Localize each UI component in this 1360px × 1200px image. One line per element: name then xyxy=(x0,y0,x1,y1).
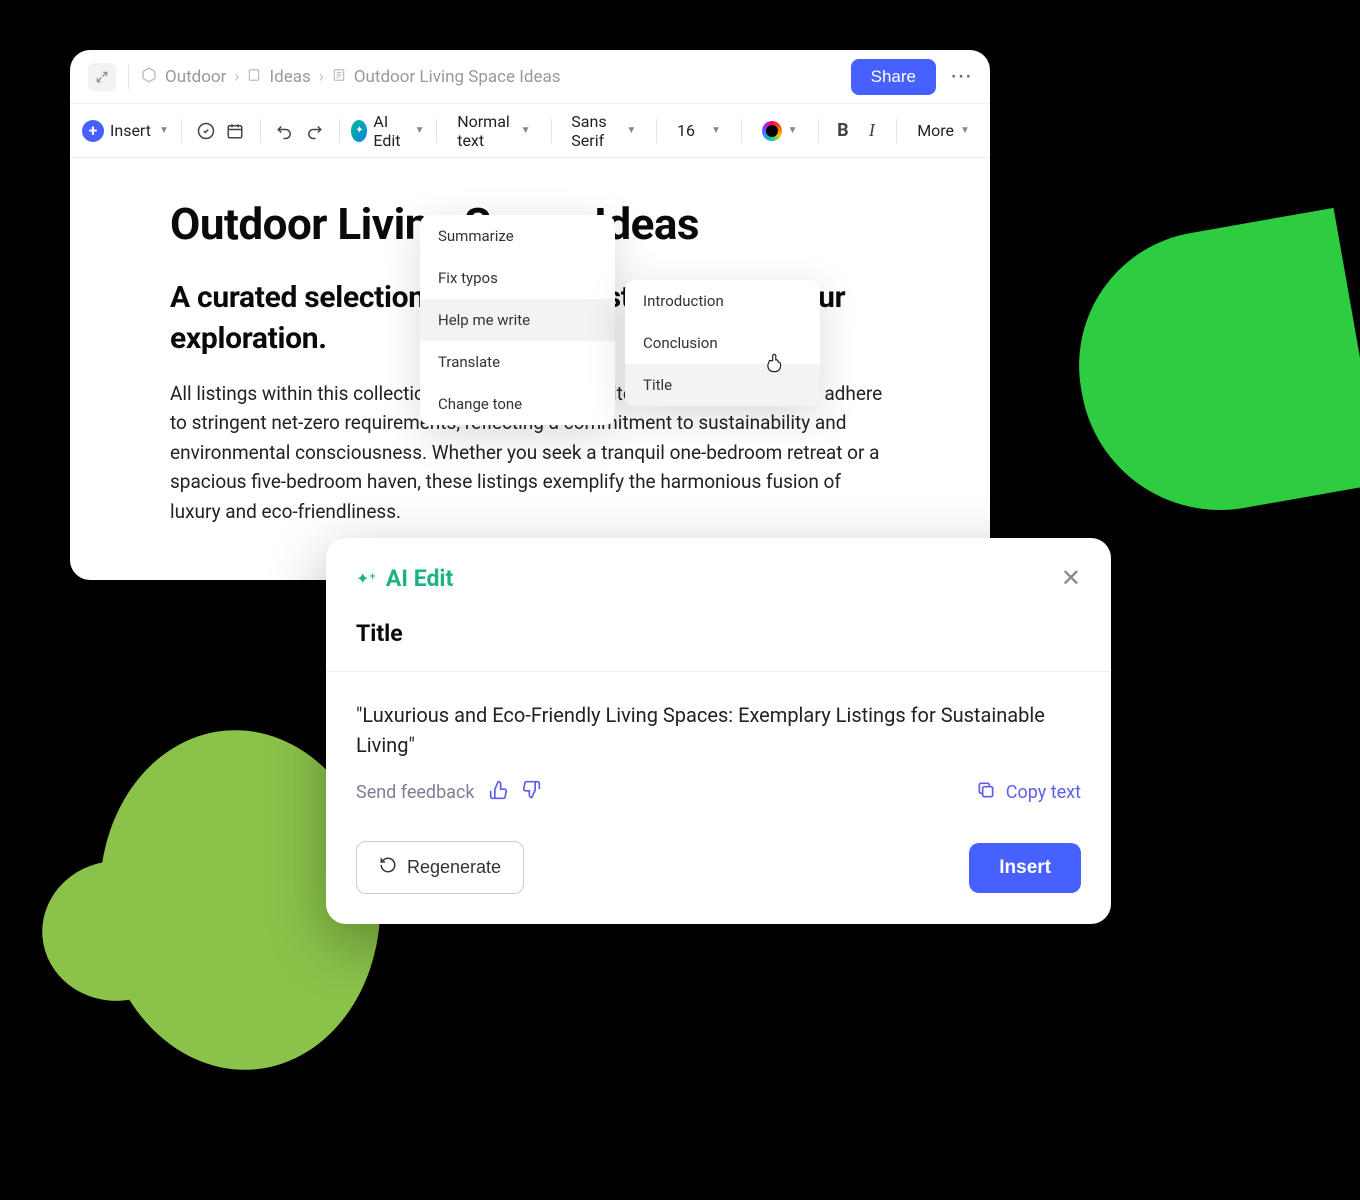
close-icon[interactable]: ✕ xyxy=(1061,564,1081,592)
insert-button[interactable]: Insert xyxy=(969,843,1081,893)
ai-panel-header: ✦⁺ AI Edit ✕ xyxy=(326,538,1111,610)
more-menu-icon[interactable]: ⋯ xyxy=(950,64,972,89)
calendar-icon[interactable] xyxy=(223,114,248,148)
document-editor-card: Outdoor › Ideas › Outdoor Living Space I… xyxy=(70,50,990,580)
redo-icon[interactable] xyxy=(302,114,327,148)
font-size-value: 16 xyxy=(677,121,695,140)
menu-item-translate[interactable]: Translate xyxy=(420,341,615,383)
breadcrumb-level2[interactable]: Ideas xyxy=(269,67,310,87)
plus-icon: + xyxy=(82,120,104,142)
divider xyxy=(260,119,261,143)
menu-item-help-me-write[interactable]: Help me write xyxy=(420,299,615,341)
divider xyxy=(656,119,657,143)
checkmark-icon[interactable] xyxy=(194,114,219,148)
chevron-down-icon: ▼ xyxy=(415,125,425,136)
chevron-down-icon: ▼ xyxy=(626,125,636,136)
more-formatting-button[interactable]: More ▼ xyxy=(909,121,978,140)
undo-icon[interactable] xyxy=(273,114,298,148)
divider xyxy=(339,119,340,143)
font-family-select[interactable]: Sans Serif ▼ xyxy=(563,112,644,150)
chevron-down-icon: ▼ xyxy=(788,125,798,136)
copy-text-button[interactable]: Copy text xyxy=(976,780,1081,805)
insert-button[interactable]: + Insert ▼ xyxy=(82,120,169,142)
copy-icon xyxy=(976,780,996,805)
font-label: Sans Serif xyxy=(571,112,620,150)
text-style-select[interactable]: Normal text ▼ xyxy=(449,112,538,150)
font-size-select[interactable]: 16 ▼ xyxy=(669,121,729,140)
feedback-label: Send feedback xyxy=(356,782,475,803)
menu-item-fix-typos[interactable]: Fix typos xyxy=(420,257,615,299)
chevron-right-icon: › xyxy=(234,67,239,87)
sparkle-icon: ✦ xyxy=(351,120,367,142)
ai-generated-text: "Luxurious and Eco-Friendly Living Space… xyxy=(326,672,1111,780)
regenerate-label: Regenerate xyxy=(407,857,501,878)
submenu-item-conclusion[interactable]: Conclusion xyxy=(625,322,820,364)
divider xyxy=(818,119,819,143)
sparkle-icon: ✦⁺ xyxy=(356,569,376,588)
document-icon xyxy=(332,68,346,86)
decorative-blob-leaf xyxy=(1058,208,1360,532)
chevron-down-icon: ▼ xyxy=(960,125,970,136)
color-picker[interactable]: ▼ xyxy=(754,121,806,141)
divider xyxy=(896,119,897,143)
ai-actions-row: Regenerate Insert xyxy=(326,825,1111,924)
ai-edit-menu: Summarize Fix typos Help me write Transl… xyxy=(420,215,615,425)
breadcrumb-level1[interactable]: Outdoor xyxy=(165,67,226,87)
italic-button[interactable]: I xyxy=(859,114,884,148)
color-swatch-icon xyxy=(762,121,782,141)
breadcrumb-level3[interactable]: Outdoor Living Space Ideas xyxy=(354,67,561,87)
more-label: More xyxy=(917,121,954,140)
divider xyxy=(436,119,437,143)
box-icon xyxy=(141,67,157,87)
divider xyxy=(128,65,129,89)
submenu-item-introduction[interactable]: Introduction xyxy=(625,280,820,322)
ai-section-title: Title xyxy=(326,610,1111,671)
formatting-toolbar: + Insert ▼ ✦ AI Edit ▼ Normal text ▼ xyxy=(70,104,990,158)
chevron-down-icon: ▼ xyxy=(521,125,531,136)
chevron-down-icon: ▼ xyxy=(711,125,721,136)
ai-edit-panel: ✦⁺ AI Edit ✕ Title "Luxurious and Eco-Fr… xyxy=(326,538,1111,924)
menu-item-summarize[interactable]: Summarize xyxy=(420,215,615,257)
expand-icon[interactable] xyxy=(88,63,116,91)
regenerate-button[interactable]: Regenerate xyxy=(356,841,524,894)
submenu-item-title[interactable]: Title xyxy=(625,364,820,406)
page-icon xyxy=(247,68,261,86)
chevron-right-icon: › xyxy=(319,67,324,87)
menu-item-change-tone[interactable]: Change tone xyxy=(420,383,615,425)
divider xyxy=(741,119,742,143)
style-label: Normal text xyxy=(457,112,514,150)
copy-text-label: Copy text xyxy=(1006,782,1081,803)
help-write-submenu: Introduction Conclusion Title xyxy=(625,280,820,406)
divider xyxy=(551,119,552,143)
insert-label: Insert xyxy=(110,121,151,140)
ai-edit-label: AI Edit xyxy=(373,112,406,150)
thumbs-up-icon[interactable] xyxy=(489,780,509,805)
bold-button[interactable]: B xyxy=(830,114,855,148)
chevron-down-icon: ▼ xyxy=(159,125,169,136)
share-button[interactable]: Share xyxy=(851,59,936,95)
breadcrumb: Outdoor › Ideas › Outdoor Living Space I… xyxy=(141,67,561,87)
ai-edit-button[interactable]: ✦ AI Edit ▼ xyxy=(351,112,424,150)
refresh-icon xyxy=(379,856,397,879)
thumbs-down-icon[interactable] xyxy=(521,780,541,805)
divider xyxy=(181,119,182,143)
topbar: Outdoor › Ideas › Outdoor Living Space I… xyxy=(70,50,990,104)
ai-panel-title: AI Edit xyxy=(386,565,1061,592)
cursor-pointer-icon xyxy=(765,352,785,378)
ai-feedback-row: Send feedback Copy text xyxy=(326,780,1111,825)
